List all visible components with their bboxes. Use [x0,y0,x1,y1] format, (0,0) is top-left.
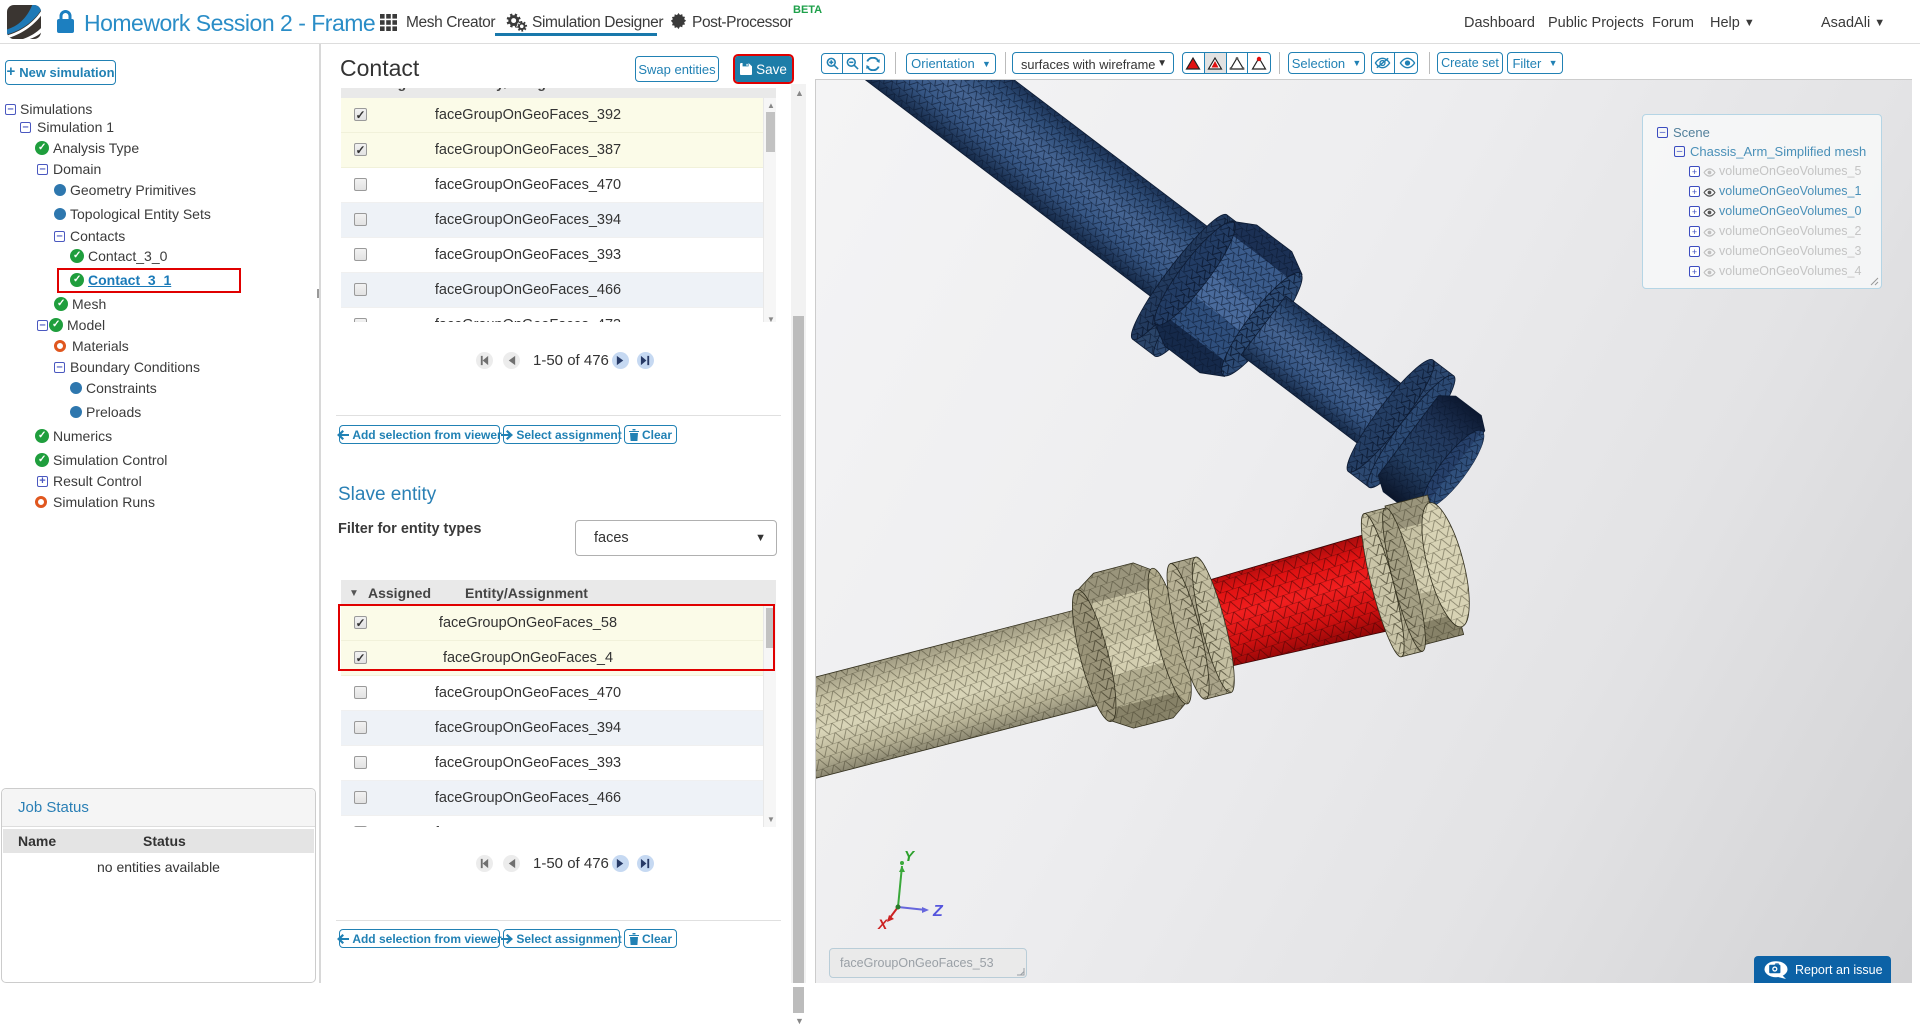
svg-text:Z: Z [932,903,944,920]
svg-text:X: X [877,916,889,932]
svg-text:Y: Y [904,848,916,865]
